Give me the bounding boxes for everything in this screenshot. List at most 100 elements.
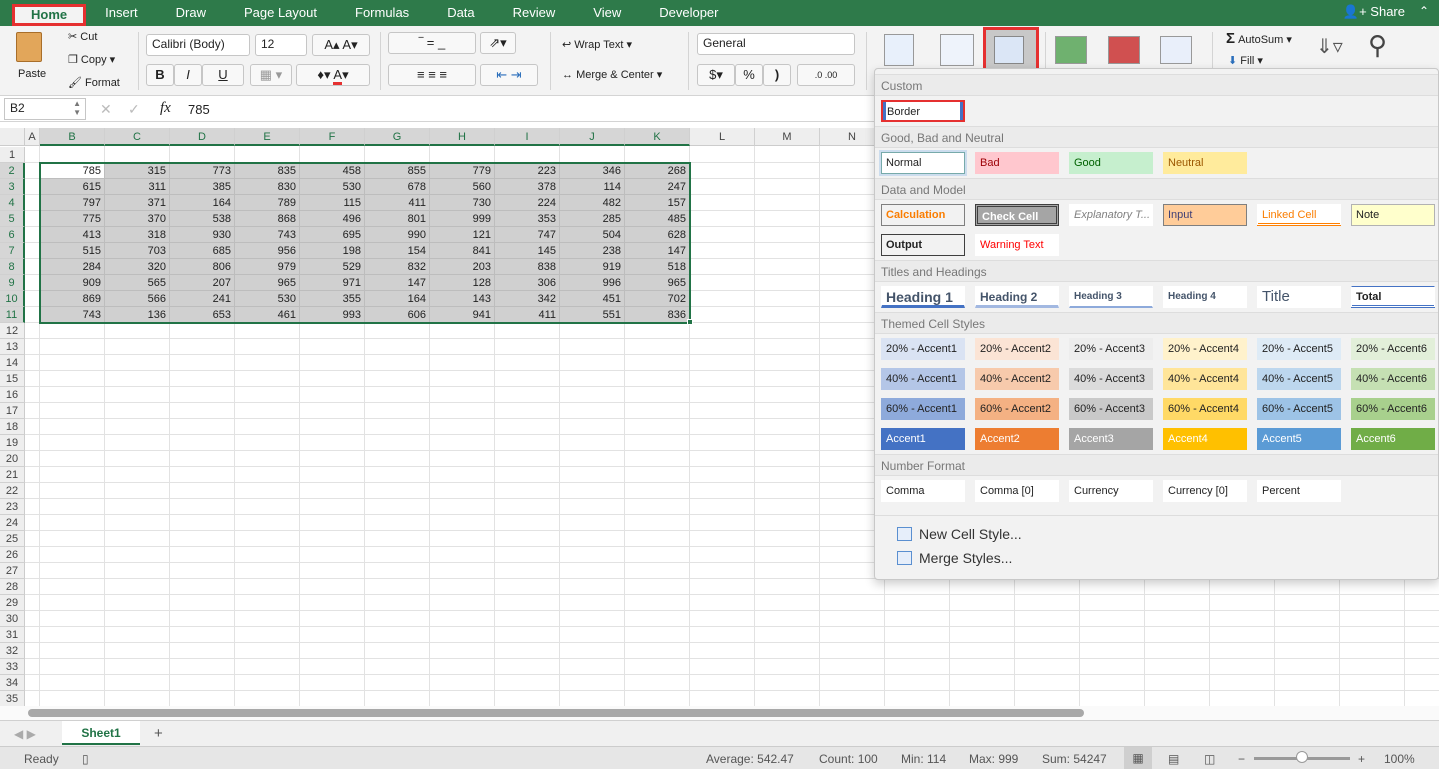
row-header[interactable]: 31 xyxy=(0,627,25,643)
sheet-tab-sheet1[interactable]: Sheet1 xyxy=(62,721,140,745)
cell-style-input[interactable]: Input xyxy=(1163,204,1247,226)
row-header[interactable]: 26 xyxy=(0,547,25,563)
column-header[interactable]: M xyxy=(755,128,820,146)
row-header[interactable]: 16 xyxy=(0,387,25,403)
italic-button[interactable]: I xyxy=(174,64,202,86)
paste-icon[interactable] xyxy=(16,32,42,62)
cell-style-total[interactable]: Total xyxy=(1351,286,1435,308)
column-header[interactable]: L xyxy=(690,128,755,146)
column-header[interactable]: I xyxy=(495,128,560,146)
row-header[interactable]: 8 xyxy=(0,259,25,275)
currency-button[interactable]: $▾ xyxy=(697,64,735,86)
row-header[interactable]: 3 xyxy=(0,179,25,195)
cut-button[interactable]: ✂ Cut xyxy=(68,30,97,43)
borders-button[interactable]: ▦ ▾ xyxy=(250,64,292,86)
tab-developer[interactable]: Developer xyxy=(640,0,737,26)
cell-style-40-accent3[interactable]: 40% - Accent3 xyxy=(1069,368,1153,390)
name-box[interactable]: B2 ▲ ▼ xyxy=(4,98,86,120)
cell-style-40-accent2[interactable]: 40% - Accent2 xyxy=(975,368,1059,390)
copy-button[interactable]: ❐ Copy ▾ xyxy=(68,53,115,66)
row-header[interactable]: 5 xyxy=(0,211,25,227)
cell-style-percent[interactable]: Percent xyxy=(1257,480,1341,502)
cell-style-60-accent2[interactable]: 60% - Accent2 xyxy=(975,398,1059,420)
cell-style-heading-1[interactable]: Heading 1 xyxy=(881,286,965,308)
cell-style-neutral[interactable]: Neutral xyxy=(1163,152,1247,174)
column-header[interactable]: A xyxy=(25,128,40,146)
cell-style-check-cell[interactable]: Check Cell xyxy=(975,204,1059,226)
cell-style-currency[interactable]: Currency xyxy=(1069,480,1153,502)
row-header[interactable]: 23 xyxy=(0,499,25,515)
cell-style-20-accent5[interactable]: 20% - Accent5 xyxy=(1257,338,1341,360)
tab-review[interactable]: Review xyxy=(494,0,575,26)
column-header[interactable]: D xyxy=(170,128,235,146)
horizontal-scrollbar[interactable] xyxy=(0,706,1439,720)
row-header[interactable]: 9 xyxy=(0,275,25,291)
row-header[interactable]: 32 xyxy=(0,643,25,659)
cell-style-heading-3[interactable]: Heading 3 xyxy=(1069,286,1153,308)
merge-styles-item[interactable]: Merge Styles... xyxy=(875,546,1438,570)
paste-button[interactable]: Paste xyxy=(18,68,46,80)
zoom-in-button[interactable]: + xyxy=(1358,752,1365,766)
column-header[interactable]: K xyxy=(625,128,690,146)
cancel-icon[interactable]: ✕ xyxy=(100,101,112,118)
cell-style-40-accent4[interactable]: 40% - Accent4 xyxy=(1163,368,1247,390)
percent-button[interactable]: % xyxy=(735,64,763,86)
share-button[interactable]: 👤+ Share xyxy=(1343,4,1405,20)
row-header[interactable]: 17 xyxy=(0,403,25,419)
row-header[interactable]: 15 xyxy=(0,371,25,387)
formula-input[interactable]: 785 xyxy=(188,102,210,117)
row-header[interactable]: 27 xyxy=(0,563,25,579)
number-format-select[interactable]: General xyxy=(697,33,855,55)
cell-style-heading-2[interactable]: Heading 2 xyxy=(975,286,1059,308)
cell-style-currency-0-[interactable]: Currency [0] xyxy=(1163,480,1247,502)
decimal-buttons[interactable]: .0 .00 xyxy=(797,64,855,86)
row-header[interactable]: 10 xyxy=(0,291,25,307)
row-header[interactable]: 28 xyxy=(0,579,25,595)
row-header[interactable]: 6 xyxy=(0,227,25,243)
tab-insert[interactable]: Insert xyxy=(86,0,157,26)
bold-button[interactable]: B xyxy=(146,64,174,86)
cell-style-40-accent1[interactable]: 40% - Accent1 xyxy=(881,368,965,390)
row-header[interactable]: 12 xyxy=(0,323,25,339)
row-header[interactable]: 30 xyxy=(0,611,25,627)
tab-data[interactable]: Data xyxy=(428,0,493,26)
row-header[interactable]: 1 xyxy=(0,147,25,163)
tab-page-layout[interactable]: Page Layout xyxy=(225,0,336,26)
column-header[interactable]: E xyxy=(235,128,300,146)
row-header[interactable]: 7 xyxy=(0,243,25,259)
cell-style-accent1[interactable]: Accent1 xyxy=(881,428,965,450)
row-header[interactable]: 21 xyxy=(0,467,25,483)
underline-button[interactable]: U xyxy=(202,64,244,86)
fill-button[interactable]: ⬇ Fill ▾ xyxy=(1228,54,1263,67)
cell-style-explanatory-t-[interactable]: Explanatory T... xyxy=(1069,204,1153,226)
row-header[interactable]: 14 xyxy=(0,355,25,371)
comma-button[interactable]: ) xyxy=(763,64,791,86)
cell-style-60-accent6[interactable]: 60% - Accent6 xyxy=(1351,398,1435,420)
cell-style-20-accent2[interactable]: 20% - Accent2 xyxy=(975,338,1059,360)
cell-style-20-accent3[interactable]: 20% - Accent3 xyxy=(1069,338,1153,360)
row-header[interactable]: 24 xyxy=(0,515,25,531)
normal-view-icon[interactable]: ▦ xyxy=(1124,747,1152,769)
cell-style-bad[interactable]: Bad xyxy=(975,152,1059,174)
tab-home[interactable]: Home xyxy=(12,4,87,26)
select-all-corner[interactable] xyxy=(0,128,25,146)
sheet-nav-arrows[interactable]: ◀ ▶ xyxy=(14,727,36,741)
cell-style-good[interactable]: Good xyxy=(1069,152,1153,174)
format-painter-button[interactable]: 🖌 Format xyxy=(68,76,120,89)
column-header[interactable]: J xyxy=(560,128,625,146)
horizontal-align-buttons[interactable]: ≡ ≡ ≡ xyxy=(388,64,476,86)
row-header[interactable]: 4 xyxy=(0,195,25,211)
column-header[interactable]: B xyxy=(40,128,105,146)
tab-formulas[interactable]: Formulas xyxy=(336,0,428,26)
add-sheet-button[interactable]: + xyxy=(154,725,163,742)
cell-style-comma-0-[interactable]: Comma [0] xyxy=(975,480,1059,502)
column-header[interactable]: F xyxy=(300,128,365,146)
format-cells-icon[interactable] xyxy=(1160,36,1192,64)
cell-style-note[interactable]: Note xyxy=(1351,204,1435,226)
scrollbar-thumb[interactable] xyxy=(28,709,1084,717)
tab-view[interactable]: View xyxy=(574,0,640,26)
cell-style-title[interactable]: Title xyxy=(1257,286,1341,308)
merge-center-button[interactable]: ↔ Merge & Center ▾ xyxy=(562,68,662,81)
sort-filter-icon[interactable]: ⇓▿ xyxy=(1316,34,1343,59)
format-as-table-icon[interactable] xyxy=(940,34,974,66)
